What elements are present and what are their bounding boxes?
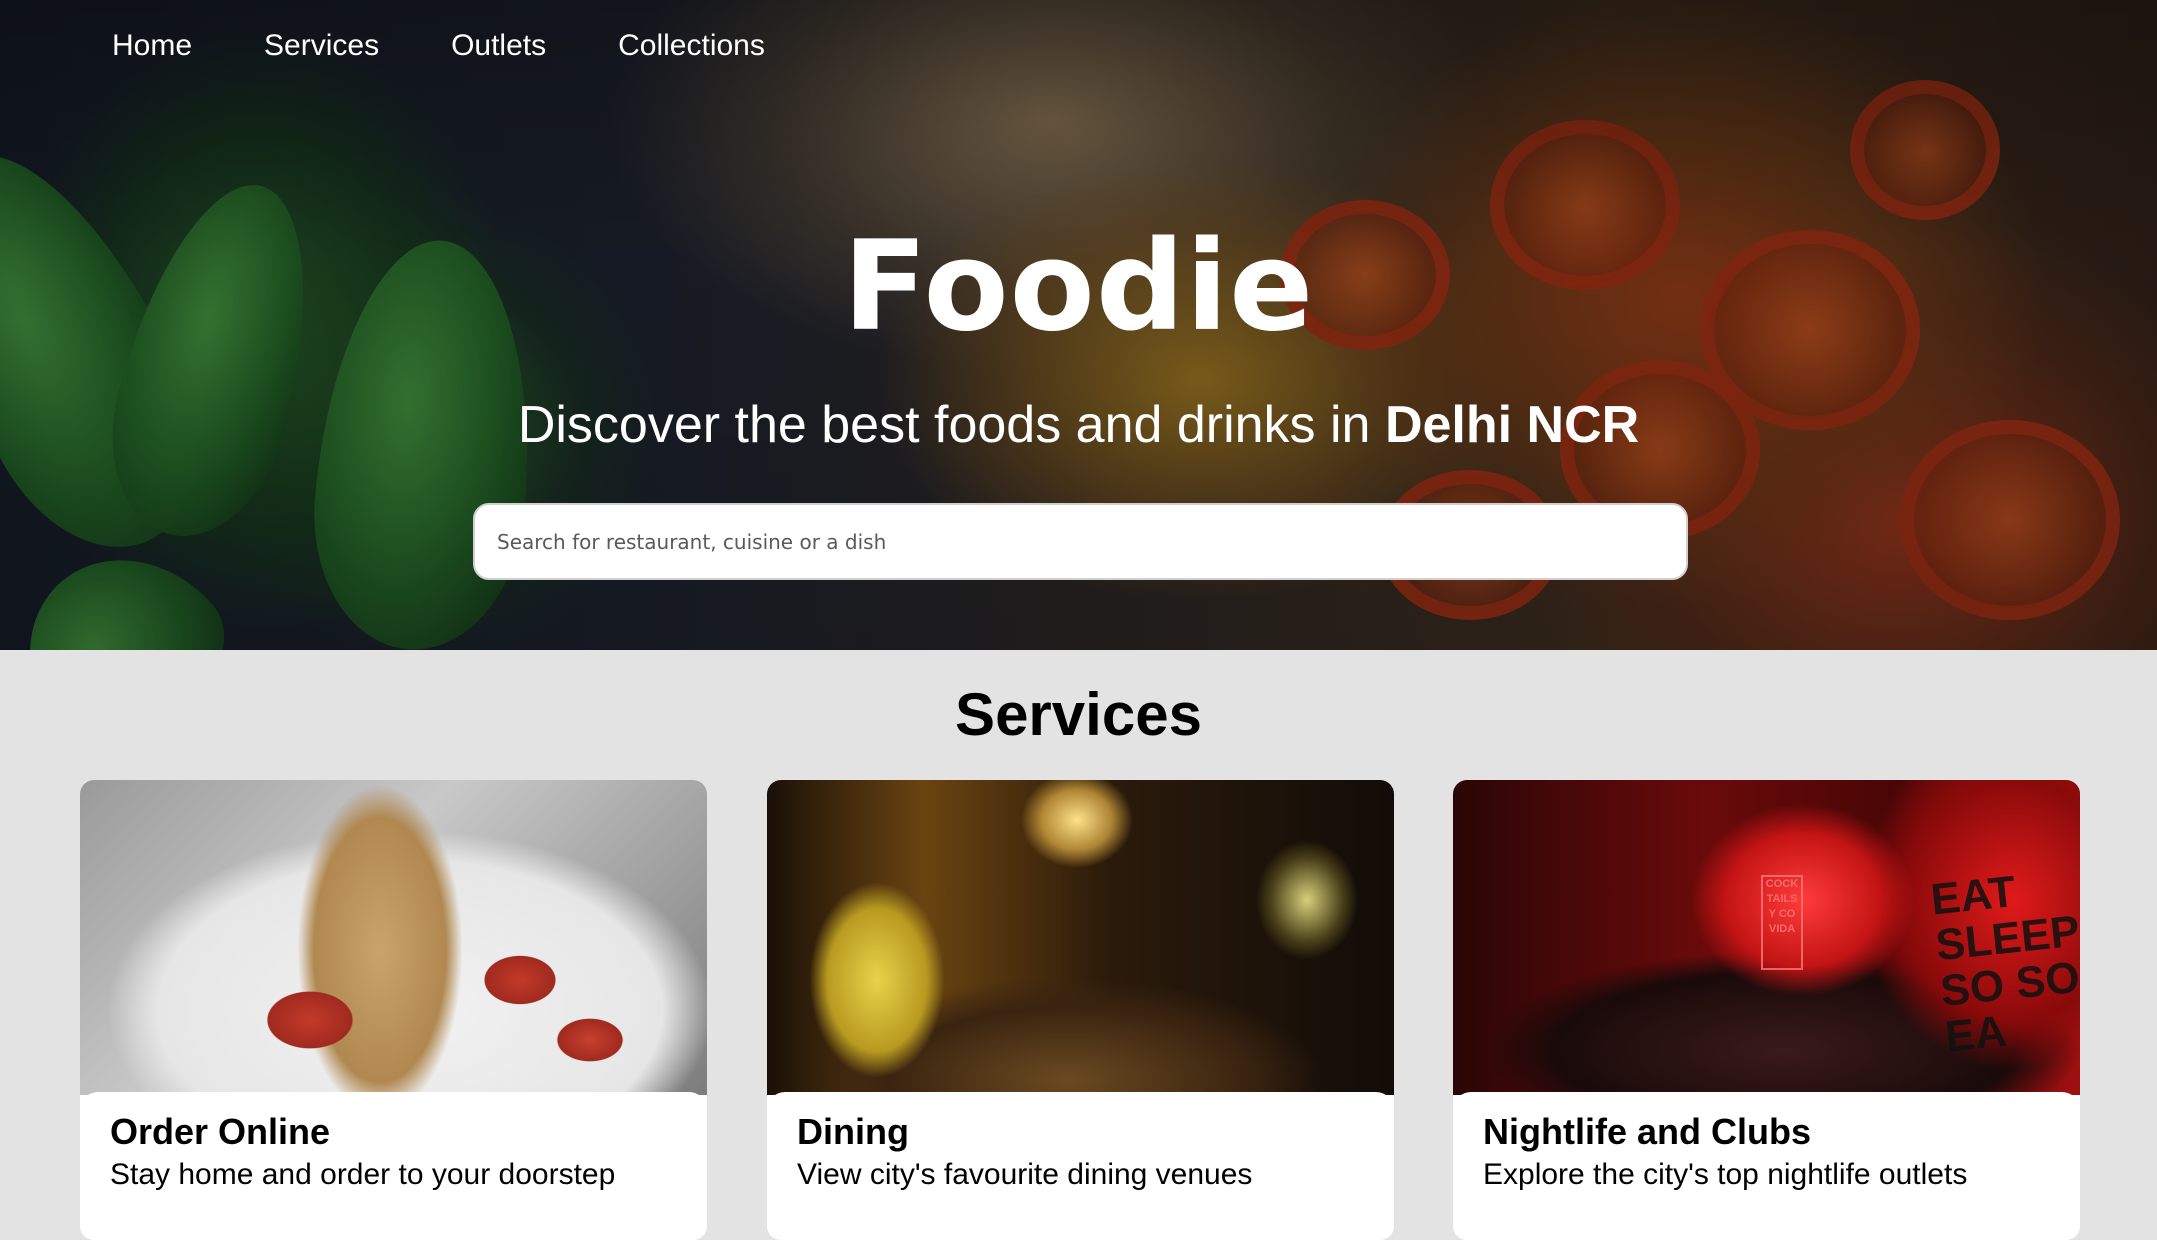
dining-image	[767, 780, 1394, 1095]
neon-sign: COCK TAILS Y CO VIDA	[1761, 875, 1803, 970]
nav-outlets-link[interactable]: Outlets	[451, 26, 546, 66]
card-body: Nightlife and Clubs Explore the city's t…	[1453, 1092, 2080, 1240]
card-body: Dining View city's favourite dining venu…	[767, 1092, 1394, 1240]
card-title: Nightlife and Clubs	[1483, 1111, 1811, 1152]
service-card-dining[interactable]: Dining View city's favourite dining venu…	[767, 780, 1394, 1240]
nav-home-link[interactable]: Home	[112, 26, 192, 66]
card-description: Explore the city's top nightlife outlets	[1483, 1158, 1968, 1191]
service-card-nightlife[interactable]: COCK TAILS Y CO VIDA EAT SLEEP SO SO EA …	[1453, 780, 2080, 1240]
tagline-city: Delhi NCR	[1384, 396, 1640, 454]
tagline-text: Discover the best foods and drinks in	[517, 396, 1385, 454]
card-description: View city's favourite dining venues	[797, 1158, 1253, 1191]
site-logo: Foodie	[842, 215, 1315, 359]
main-nav: Home Services Outlets Collections	[112, 26, 837, 66]
card-description: Stay home and order to your doorstep	[110, 1158, 616, 1191]
card-body: Order Online Stay home and order to your…	[80, 1092, 707, 1240]
services-heading: Services	[955, 681, 1202, 748]
card-title: Dining	[797, 1111, 909, 1152]
search-input[interactable]	[473, 503, 1688, 580]
order-online-image	[80, 780, 707, 1095]
nav-services-link[interactable]: Services	[264, 26, 379, 66]
hero-tagline: Discover the best foods and drinks in De…	[0, 395, 2157, 455]
nightlife-image: COCK TAILS Y CO VIDA EAT SLEEP SO SO EA	[1453, 780, 2080, 1095]
hero-banner: Home Services Outlets Collections Foodie…	[0, 0, 2157, 650]
nav-collections-link[interactable]: Collections	[618, 26, 765, 66]
service-card-order-online[interactable]: Order Online Stay home and order to your…	[80, 780, 707, 1240]
wall-graffiti: EAT SLEEP SO SO EA	[1928, 866, 2080, 1062]
card-title: Order Online	[110, 1111, 331, 1152]
